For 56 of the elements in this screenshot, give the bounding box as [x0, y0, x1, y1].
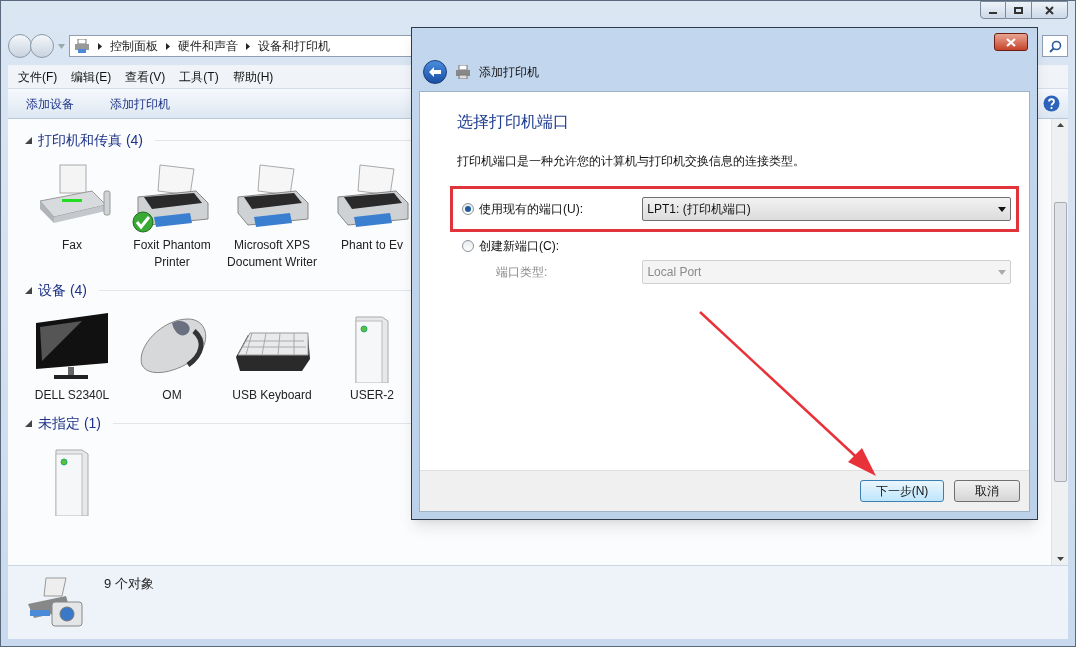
chevron-icon[interactable] — [246, 42, 250, 50]
scroll-down-icon[interactable] — [1056, 557, 1064, 561]
search-field[interactable] — [1042, 35, 1068, 57]
device-label[interactable]: Foxit Phantom Printer — [125, 233, 219, 271]
collapse-triangle-icon[interactable] — [25, 136, 32, 144]
menu-item[interactable]: 工具(T) — [179, 67, 219, 86]
device-label[interactable]: Fax — [25, 233, 119, 254]
radio-button[interactable] — [462, 240, 474, 252]
device-label[interactable]: DELL S2340L — [25, 383, 119, 404]
group-heading[interactable]: 设备 (4) — [38, 279, 87, 301]
printer-icon — [74, 39, 90, 53]
breadcrumb-item[interactable]: 硬件和声音 — [178, 37, 238, 55]
device-label[interactable]: Microsoft XPS Document Writer — [225, 233, 319, 271]
dropdown[interactable]: LPT1: (打印机端口) — [642, 197, 1011, 221]
dialog-title: 添加打印机 — [479, 63, 539, 81]
breadcrumb-item[interactable]: 设备和打印机 — [258, 37, 330, 55]
group-heading[interactable]: 未指定 (1) — [38, 412, 101, 434]
back-arrow-icon — [429, 66, 441, 77]
dialog-heading: 选择打印机端口 — [457, 112, 570, 132]
minimize-button[interactable] — [980, 1, 1006, 19]
radio-label[interactable]: 创建新端口(C): — [479, 237, 559, 255]
radio-button[interactable] — [462, 203, 474, 215]
status-text: 9 个对象 — [104, 575, 154, 593]
radio-label[interactable]: 使用现有的端口(U): — [479, 200, 583, 218]
device-label[interactable]: USB Keyboard — [225, 383, 319, 404]
printer-icon — [455, 64, 471, 79]
scrollbar[interactable] — [1051, 119, 1068, 565]
toolbar-button[interactable]: 添加打印机 — [100, 91, 180, 116]
dialog-description: 打印机端口是一种允许您的计算机与打印机交换信息的连接类型。 — [457, 153, 806, 170]
chevron-icon[interactable] — [166, 42, 170, 50]
menu-item[interactable]: 查看(V) — [125, 67, 166, 86]
scroll-up-icon[interactable] — [1056, 123, 1064, 127]
dropdown-caret-icon — [998, 269, 1006, 275]
back-button[interactable] — [423, 59, 447, 84]
help-icon[interactable] — [1043, 95, 1060, 112]
collapse-triangle-icon[interactable] — [25, 419, 32, 427]
close-icon — [1006, 37, 1016, 47]
dialog-button[interactable]: 取消 — [954, 480, 1020, 502]
toolbar-button[interactable]: 添加设备 — [16, 91, 84, 116]
close-icon — [1045, 5, 1054, 15]
close-button[interactable] — [1032, 1, 1068, 19]
close-button[interactable] — [994, 33, 1028, 51]
scrollbar-thumb[interactable] — [1053, 202, 1067, 482]
collapse-triangle-icon[interactable] — [25, 286, 32, 294]
breadcrumb-item[interactable]: 控制面板 — [110, 37, 158, 55]
group-heading[interactable]: 打印机和传真 (4) — [38, 129, 143, 151]
device-label[interactable]: OM — [125, 383, 219, 404]
dialog-button[interactable]: 下一步(N) — [860, 480, 944, 502]
menu-item[interactable]: 帮助(H) — [232, 67, 274, 86]
menu-item[interactable]: 编辑(E) — [71, 67, 112, 86]
search-icon — [1048, 39, 1062, 53]
field-label: 端口类型: — [495, 264, 549, 281]
maximize-button[interactable] — [1006, 1, 1032, 19]
chevron-icon[interactable] — [98, 42, 102, 50]
dropdown-caret-icon — [998, 206, 1006, 212]
menu-item[interactable]: 文件(F) — [18, 67, 58, 86]
